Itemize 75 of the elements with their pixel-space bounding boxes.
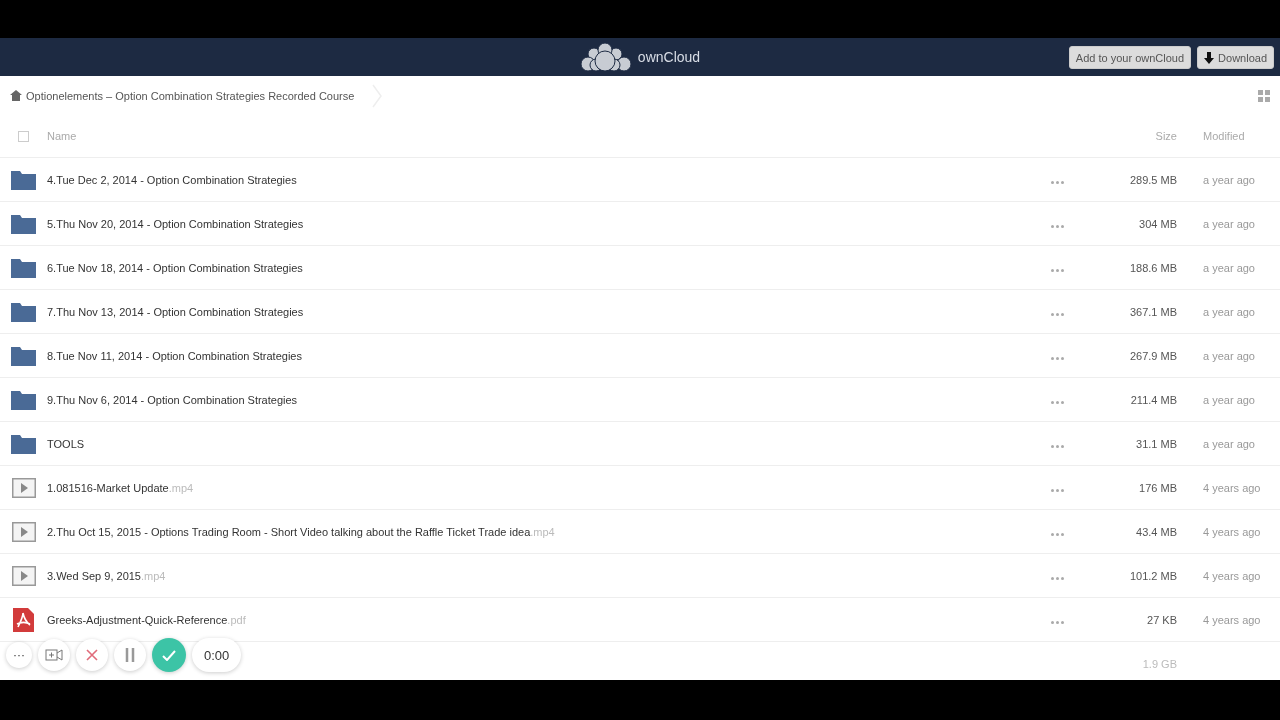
close-icon: [86, 649, 98, 661]
file-size: 176 MB: [1138, 481, 1177, 494]
more-actions-icon[interactable]: [1050, 488, 1064, 492]
pause-icon: [125, 648, 135, 662]
file-size: 31.1 MB: [1135, 437, 1177, 450]
file-size: 43.4 MB: [1135, 525, 1177, 538]
file-name[interactable]: 3.Wed Sep 9, 2015.mp4: [47, 569, 1045, 582]
cloud-logo-icon: [579, 42, 632, 72]
file-size: 267.9 MB: [1128, 349, 1177, 362]
modified-time: 4 years ago: [1202, 525, 1262, 538]
file-name[interactable]: 2.Thu Oct 15, 2015 - Options Trading Room - Short Video talking about the Raffle Ticket Trade idea.mp4: [47, 525, 1045, 538]
play-icon: [11, 565, 36, 586]
file-size: 188.6 MB: [1128, 261, 1177, 274]
total-size: 1.9 GB: [1141, 657, 1177, 670]
grid-view-icon[interactable]: [1258, 89, 1270, 102]
more-actions-icon[interactable]: [1050, 444, 1064, 448]
file-name[interactable]: 7.Thu Nov 13, 2014 - Option Combination Strategies: [47, 305, 1045, 318]
camera-button[interactable]: [38, 639, 70, 671]
file-size: 367.1 MB: [1128, 305, 1177, 318]
file-name[interactable]: 1.081516-Market Update.mp4: [47, 481, 1045, 494]
more-actions-icon[interactable]: [1050, 312, 1064, 316]
download-icon: [1204, 51, 1215, 64]
folder-icon: [11, 345, 36, 366]
file-name[interactable]: 5.Thu Nov 20, 2014 - Option Combination Strategies: [47, 217, 1045, 230]
check-icon: [162, 649, 176, 661]
pause-button[interactable]: [114, 639, 146, 671]
play-icon: [11, 477, 36, 498]
brand-name: ownCloud: [637, 49, 701, 65]
more-actions-icon[interactable]: [1050, 180, 1064, 184]
more-actions-icon[interactable]: [1050, 620, 1064, 624]
breadcrumb-title[interactable]: Optionelements – Option Combination Strategies Recorded Course: [26, 89, 355, 102]
modified-time: a year ago: [1202, 349, 1256, 362]
file-size: 211.4 MB: [1129, 393, 1177, 406]
modified-time: a year ago: [1202, 217, 1256, 230]
more-actions-icon[interactable]: [1050, 576, 1064, 580]
file-name[interactable]: 4.Tue Dec 2, 2014 - Option Combination Strategies: [47, 173, 1045, 186]
more-actions-icon[interactable]: [1050, 532, 1064, 536]
more-actions-icon[interactable]: [1050, 356, 1064, 360]
file-name[interactable]: Greeks-Adjustment-Quick-Reference.pdf: [47, 613, 1045, 626]
modified-time: a year ago: [1202, 261, 1256, 274]
cancel-button[interactable]: [76, 639, 108, 671]
folder-icon: [11, 257, 36, 278]
play-icon: [11, 521, 36, 542]
add-button[interactable]: Add to your ownCloud: [1068, 46, 1192, 69]
confirm-button[interactable]: [152, 638, 186, 672]
folder-icon: [11, 169, 36, 190]
camera-icon: [45, 649, 63, 661]
more-actions-icon[interactable]: [1050, 400, 1064, 404]
modified-time: a year ago: [1202, 173, 1256, 186]
modified-time: 4 years ago: [1202, 569, 1262, 582]
modified-time: 4 years ago: [1202, 481, 1262, 494]
modified-time: 4 years ago: [1202, 613, 1262, 626]
pdf-icon: [13, 607, 34, 632]
modified-time: a year ago: [1202, 437, 1256, 450]
file-name[interactable]: 6.Tue Nov 18, 2014 - Option Combination Strategies: [47, 261, 1045, 274]
modified-time: a year ago: [1202, 305, 1256, 318]
recording-timer: 0:00: [192, 638, 242, 672]
download-button[interactable]: Download: [1197, 46, 1274, 69]
file-name[interactable]: 8.Tue Nov 11, 2014 - Option Combination Strategies: [47, 349, 1045, 362]
file-size: 27 KB: [1146, 613, 1177, 626]
more-button[interactable]: ···: [6, 642, 32, 668]
folder-icon: [11, 433, 36, 454]
folder-icon: [11, 213, 36, 234]
file-size: 289.5 MB: [1128, 173, 1177, 186]
home-icon[interactable]: [10, 90, 22, 101]
select-all-checkbox[interactable]: [18, 130, 29, 142]
folder-icon: [11, 301, 36, 322]
more-actions-icon[interactable]: [1050, 268, 1064, 272]
file-size: 101.2 MB: [1128, 569, 1177, 582]
modified-time: a year ago: [1202, 393, 1256, 406]
file-size: 304 MB: [1138, 217, 1177, 230]
folder-icon: [11, 389, 36, 410]
file-name[interactable]: 9.Thu Nov 6, 2014 - Option Combination Strategies: [47, 393, 1045, 406]
more-actions-icon[interactable]: [1050, 224, 1064, 228]
file-name[interactable]: TOOLS: [47, 437, 1045, 450]
